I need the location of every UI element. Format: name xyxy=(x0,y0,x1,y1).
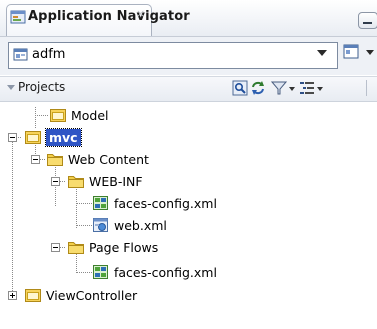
tree-connector xyxy=(76,252,77,273)
sort-options-icon[interactable] xyxy=(299,80,315,96)
folder-icon xyxy=(47,154,63,166)
tree-connector xyxy=(76,186,77,228)
tree-connector xyxy=(35,107,36,128)
tree-node-viewcontroller[interactable]: ViewController xyxy=(46,288,137,303)
tree-node-web-content[interactable]: Web Content xyxy=(68,152,149,167)
project-folder-icon xyxy=(25,289,41,302)
application-menu-dropdown-icon[interactable] xyxy=(366,50,374,55)
tree-node-page-flows[interactable]: Page Flows xyxy=(89,240,158,255)
web-xml-icon xyxy=(93,218,108,232)
collapse-page-flows-icon[interactable] xyxy=(51,243,60,252)
faces-config-icon xyxy=(93,265,108,279)
toolbar-divider xyxy=(366,80,367,96)
sort-options-dropdown-icon[interactable] xyxy=(317,87,323,91)
collapse-projects-icon[interactable] xyxy=(7,85,15,90)
tree-connector xyxy=(76,225,92,226)
tree-node-web-inf[interactable]: WEB-INF xyxy=(89,174,143,189)
tree-node-faces-config-page-flows[interactable]: faces-config.xml xyxy=(114,265,217,280)
tree-connector xyxy=(12,141,13,291)
filter-icon[interactable] xyxy=(271,80,287,96)
tree-node-mvc[interactable]: mvc xyxy=(45,128,82,147)
expand-viewcontroller-icon[interactable] xyxy=(8,291,17,300)
application-menu-icon[interactable] xyxy=(343,44,361,60)
tab-title: Application Navigator xyxy=(28,9,190,24)
tree-node-model[interactable]: Model xyxy=(71,108,109,123)
open-project-icon[interactable] xyxy=(232,80,248,96)
chevron-down-icon[interactable] xyxy=(317,50,327,56)
application-icon xyxy=(13,48,28,61)
refresh-icon[interactable] xyxy=(250,80,266,96)
collapse-web-inf-icon[interactable] xyxy=(51,177,60,186)
folder-icon xyxy=(68,176,84,188)
project-tree: Model mvc Web Content WEB-INF faces-conf… xyxy=(0,101,377,329)
collapse-web-content-icon[interactable] xyxy=(31,155,40,164)
tree-node-web-xml[interactable]: web.xml xyxy=(114,218,167,233)
close-icon[interactable]: × xyxy=(136,7,145,20)
project-folder-icon xyxy=(50,109,66,122)
tree-connector xyxy=(76,203,92,204)
projects-title: Projects xyxy=(18,80,66,94)
folder-icon xyxy=(68,242,84,254)
filter-dropdown-icon[interactable] xyxy=(289,87,295,91)
minimize-button[interactable] xyxy=(358,12,377,29)
tree-node-faces-config[interactable]: faces-config.xml xyxy=(114,196,217,211)
application-navigator-icon xyxy=(10,10,26,24)
faces-config-icon xyxy=(93,196,108,210)
project-folder-icon xyxy=(25,131,41,144)
application-name: adfm xyxy=(32,47,66,62)
tree-connector xyxy=(76,272,92,273)
collapse-mvc-icon[interactable] xyxy=(8,133,17,142)
tree-connector xyxy=(35,115,48,116)
